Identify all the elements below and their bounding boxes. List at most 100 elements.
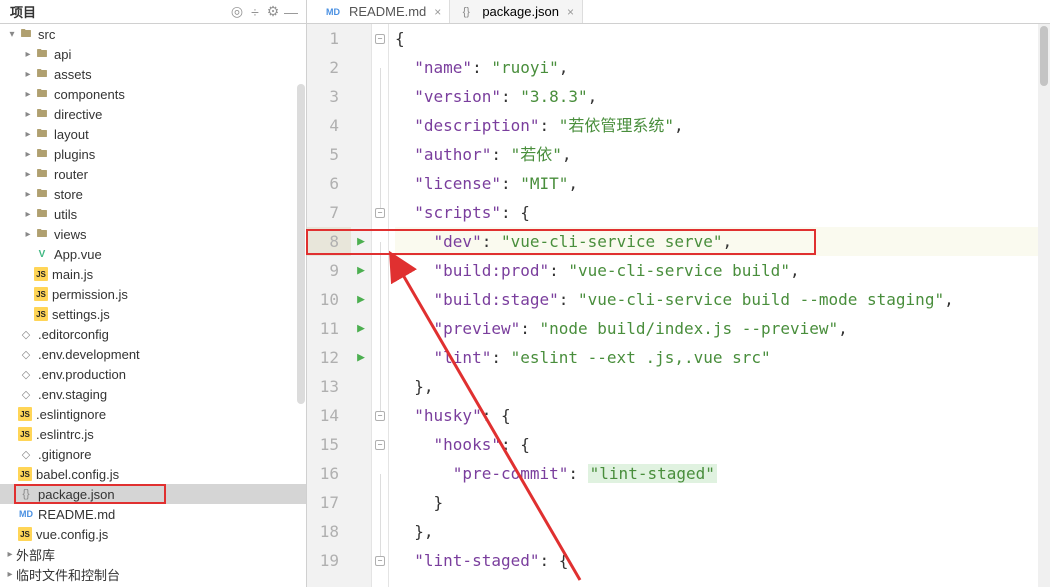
fold-gutter-cell[interactable]: − [372, 24, 388, 53]
fold-minus-icon[interactable]: − [375, 34, 385, 44]
chevron-icon[interactable]: ▸ [22, 69, 34, 80]
fold-gutter-cell[interactable]: − [372, 401, 388, 430]
code-line[interactable]: } [395, 488, 1050, 517]
chevron-icon[interactable]: ▸ [22, 89, 34, 100]
run-icon[interactable]: ▶ [357, 285, 365, 314]
tree-item[interactable]: JS.eslintrc.js [0, 424, 306, 444]
chevron-icon[interactable]: ▸ [22, 49, 34, 60]
chevron-icon[interactable]: ▸ [4, 569, 16, 580]
run-gutter-cell[interactable]: ▶ [351, 227, 371, 256]
js-file-icon: JS [18, 527, 32, 541]
target-icon[interactable]: ◎ [228, 3, 246, 21]
editor-tab[interactable]: {}package.json× [450, 0, 583, 23]
tree-item[interactable]: ▸🖿api [0, 44, 306, 64]
tree-item[interactable]: ▸🖿plugins [0, 144, 306, 164]
run-icon[interactable]: ▶ [357, 256, 365, 285]
code-area[interactable]: { "name": "ruoyi", "version": "3.8.3", "… [389, 24, 1050, 587]
code-line[interactable]: "dev": "vue-cli-service serve", [395, 227, 1050, 256]
fold-gutter-cell[interactable]: − [372, 546, 388, 575]
folder-icon: 🖿 [34, 206, 50, 222]
tree-item[interactable]: ▸🖿directive [0, 104, 306, 124]
code-line[interactable]: "build:stage": "vue-cli-service build --… [395, 285, 1050, 314]
tree-item-label: README.md [38, 507, 115, 522]
tree-item[interactable]: ▸🖿router [0, 164, 306, 184]
close-icon[interactable]: × [434, 5, 441, 19]
tree-item[interactable]: ▾🖿src [0, 24, 306, 44]
code-line[interactable]: }, [395, 372, 1050, 401]
json-file-icon: {} [18, 486, 34, 502]
code-line[interactable]: "license": "MIT", [395, 169, 1050, 198]
run-icon[interactable]: ▶ [357, 314, 365, 343]
code-line[interactable]: { [395, 24, 1050, 53]
sidebar-section[interactable]: ▸外部库 [0, 544, 306, 564]
fold-minus-icon[interactable]: − [375, 411, 385, 421]
tree-item[interactable]: JSsettings.js [0, 304, 306, 324]
code-line[interactable]: "build:prod": "vue-cli-service build", [395, 256, 1050, 285]
close-icon[interactable]: × [567, 5, 574, 19]
chevron-icon[interactable]: ▾ [6, 29, 18, 40]
line-number: 13 [307, 372, 351, 401]
tree-item[interactable]: JSvue.config.js [0, 524, 306, 544]
scrollbar-thumb[interactable] [1040, 26, 1048, 86]
code-line[interactable]: "scripts": { [395, 198, 1050, 227]
tree-item[interactable]: VApp.vue [0, 244, 306, 264]
fold-minus-icon[interactable]: − [375, 440, 385, 450]
sidebar-section[interactable]: ▸临时文件和控制台 [0, 564, 306, 584]
tree-item[interactable]: {} package.json [0, 484, 306, 504]
fold-gutter-cell[interactable]: − [372, 198, 388, 227]
code-line[interactable]: "author": "若依", [395, 140, 1050, 169]
chevron-icon[interactable]: ▸ [22, 229, 34, 240]
fold-minus-icon[interactable]: − [375, 208, 385, 218]
minimize-icon[interactable]: — [282, 3, 300, 21]
run-gutter-cell[interactable]: ▶ [351, 314, 371, 343]
tree-item[interactable]: ▸🖿layout [0, 124, 306, 144]
chevron-icon[interactable]: ▸ [22, 189, 34, 200]
fold-minus-icon[interactable]: − [375, 556, 385, 566]
chevron-icon[interactable]: ▸ [22, 209, 34, 220]
code-line[interactable]: "pre-commit": "lint-staged" [395, 459, 1050, 488]
tree-item[interactable]: JSbabel.config.js [0, 464, 306, 484]
tree-item[interactable]: ▸🖿store [0, 184, 306, 204]
chevron-icon[interactable]: ▸ [22, 109, 34, 120]
run-gutter-cell[interactable]: ▶ [351, 256, 371, 285]
tree-item[interactable]: JS.eslintignore [0, 404, 306, 424]
tree-item-label: package.json [38, 487, 115, 502]
code-line[interactable]: "preview": "node build/index.js --previe… [395, 314, 1050, 343]
editor-scrollbar[interactable] [1038, 24, 1050, 587]
run-gutter-cell[interactable]: ▶ [351, 343, 371, 372]
editor-tab[interactable]: MDREADME.md× [317, 0, 450, 23]
chevron-icon[interactable]: ▸ [22, 149, 34, 160]
collapse-icon[interactable]: ÷ [246, 3, 264, 21]
code-line[interactable]: "version": "3.8.3", [395, 82, 1050, 111]
tree-item[interactable]: ◇.gitignore [0, 444, 306, 464]
code-editor[interactable]: 12345678910111213141516171819 ▶▶▶▶▶ −−−−… [307, 24, 1050, 587]
tree-item[interactable]: JSmain.js [0, 264, 306, 284]
tree-item[interactable]: JSpermission.js [0, 284, 306, 304]
code-line[interactable]: "hooks": { [395, 430, 1050, 459]
code-line[interactable]: "name": "ruoyi", [395, 53, 1050, 82]
tree-item[interactable]: ▸🖿assets [0, 64, 306, 84]
scrollbar-thumb[interactable] [297, 84, 305, 404]
gear-icon[interactable]: ⚙ [264, 3, 282, 21]
tree-item[interactable]: ◇.env.staging [0, 384, 306, 404]
tree-item[interactable]: ◇.editorconfig [0, 324, 306, 344]
chevron-icon[interactable]: ▸ [4, 549, 16, 560]
tree-item[interactable]: MDREADME.md [0, 504, 306, 524]
code-line[interactable]: "description": "若依管理系统", [395, 111, 1050, 140]
tree-item[interactable]: ▸🖿views [0, 224, 306, 244]
code-line[interactable]: }, [395, 517, 1050, 546]
run-icon[interactable]: ▶ [357, 227, 365, 256]
fold-gutter-cell[interactable]: − [372, 430, 388, 459]
run-icon[interactable]: ▶ [357, 343, 365, 372]
code-line[interactable]: "husky": { [395, 401, 1050, 430]
run-gutter-cell[interactable]: ▶ [351, 285, 371, 314]
tree-item[interactable]: ◇.env.production [0, 364, 306, 384]
chevron-icon[interactable]: ▸ [22, 129, 34, 140]
tree-item[interactable]: ▸🖿utils [0, 204, 306, 224]
code-line[interactable]: "lint": "eslint --ext .js,.vue src" [395, 343, 1050, 372]
chevron-icon[interactable]: ▸ [22, 169, 34, 180]
tree-item[interactable]: ◇.env.development [0, 344, 306, 364]
code-line[interactable]: "lint-staged": { [395, 546, 1050, 575]
tree-item[interactable]: ▸🖿components [0, 84, 306, 104]
project-sidebar[interactable]: ▾🖿src▸🖿api▸🖿assets▸🖿components▸🖿directiv… [0, 24, 307, 587]
